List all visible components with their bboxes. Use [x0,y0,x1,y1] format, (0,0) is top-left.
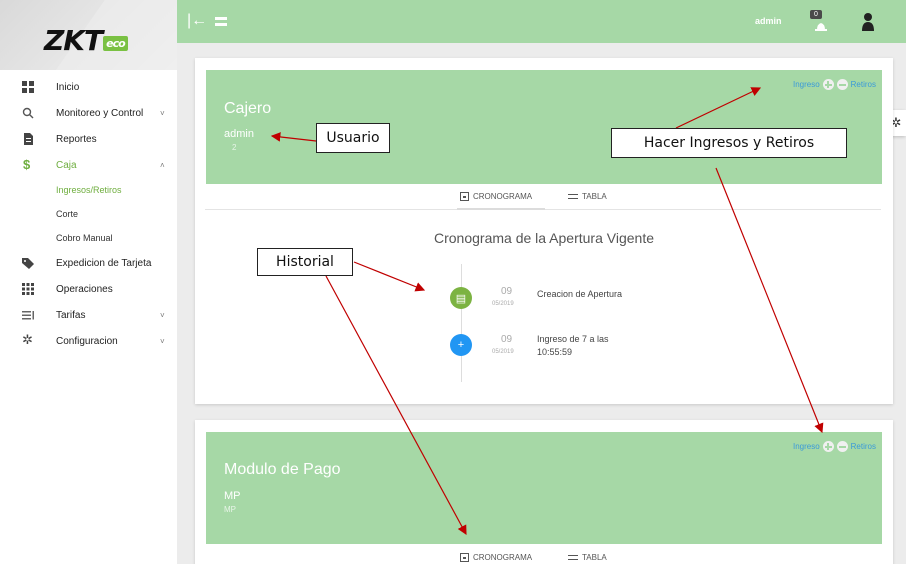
sidebar-item-inicio[interactable]: Inicio [0,74,177,100]
modulo-pago-title: Modulo de Pago [224,461,341,478]
annotation-hacer-ingresos-retiros: Hacer Ingresos y Retiros [611,128,847,158]
add-icon[interactable] [822,79,834,90]
modulo-pago-code-sub: MP [224,505,236,514]
collapse-sidebar-icon[interactable]: |← [187,12,207,30]
zkteco-logo: ZKT eco [44,24,128,57]
gear-icon: ✲ [22,332,33,347]
event-text: Creacion de Apertura [537,289,623,299]
event-text: Ingreso de 7 a las 10:55:59 [537,334,609,357]
calendar-icon [460,192,469,201]
tag-icon [22,258,34,269]
username-label[interactable]: admin [755,16,782,26]
cajero-card: Ingreso Retiros Cajero admin 2 CRONOGRAM… [195,58,893,404]
timeline-line [461,264,462,382]
modulo-pago-tabs: CRONOGRAMA TABLA [195,549,893,564]
modulo-pago-card: Ingreso Retiros Modulo de Pago MP MP CRO… [195,420,893,564]
sidebar-item-configuracion[interactable]: ✲ Configuracion ˅ [0,328,177,354]
tab-tabla[interactable]: TABLA [568,192,607,201]
sidebar-item-label: Operaciones [56,283,113,295]
sidebar-item-label: Monitoreo y Control [56,107,144,119]
sidebar-subitem-corte[interactable]: Corte [0,202,177,226]
sidebar-item-label: Caja [56,159,77,171]
modulo-pago-header: Ingreso Retiros Modulo de Pago MP MP [206,432,882,544]
ingreso-link[interactable]: Ingreso [793,442,820,451]
sidebar-item-reportes[interactable]: Reportes [0,126,177,152]
cajero-user: admin [224,128,254,140]
cajero-title: Cajero [224,100,272,117]
sidebar-item-expedicion[interactable]: Expedicion de Tarjeta [0,250,177,276]
remove-icon[interactable] [836,441,848,452]
sidebar-item-label: Expedicion de Tarjeta [56,257,152,269]
dollar-icon: $ [23,157,31,172]
chevron-down-icon: ˅ [160,108,165,118]
add-icon[interactable] [822,441,834,452]
sidebar-item-label: Reportes [56,133,97,145]
sidebar: ZKT eco Inicio Monitoreo y Control ˅ Repo… [0,0,177,564]
apps-icon [22,283,34,295]
document-icon [24,133,33,145]
ingreso-link[interactable]: Ingreso [793,80,820,89]
sidebar-item-tarifas[interactable]: Tarifas ˅ [0,302,177,328]
tab-tabla[interactable]: TABLA [568,553,607,562]
notification-badge: 0 [810,10,822,19]
sidebar-item-caja[interactable]: $ Caja ˄ [0,152,177,178]
sidebar-subitem-ingresos-retiros[interactable]: Ingresos/Retiros [0,178,177,202]
active-tab-indicator [457,208,545,210]
event-month: 05/2019 [492,349,514,355]
cajero-actions: Ingreso Retiros [793,79,876,90]
cajero-header: Ingreso Retiros Cajero admin 2 [206,70,882,184]
modulo-pago-actions: Ingreso Retiros [793,441,876,452]
event-month: 05/2019 [492,301,514,307]
user-avatar-icon[interactable] [861,12,875,32]
sidebar-item-label: Inicio [56,81,80,93]
modulo-pago-code: MP [224,490,241,502]
chevron-down-icon: ˅ [160,310,165,320]
menu-icon[interactable] [215,17,227,26]
tab-cronograma[interactable]: CRONOGRAMA [460,192,532,201]
cajero-user-id: 2 [232,143,237,152]
sidebar-item-operaciones[interactable]: Operaciones [0,276,177,302]
calendar-icon [460,553,469,562]
cronograma-title: Cronograma de la Apertura Vigente [434,230,654,246]
search-icon [22,107,34,119]
table-icon [568,555,578,560]
remove-icon[interactable] [836,79,848,90]
sidebar-nav: Inicio Monitoreo y Control ˅ Reportes $ … [0,74,177,354]
sidebar-item-label: Configuracion [56,335,118,347]
sidebar-item-label: Tarifas [56,309,86,321]
chevron-down-icon: ˅ [160,336,165,346]
timeline-event-icon: ▤ [450,287,472,309]
timeline-event-icon: + [450,334,472,356]
list-icon [22,311,34,320]
topbar: |← admin 0 [177,0,906,43]
retiros-link[interactable]: Retiros [851,442,876,451]
annotation-usuario: Usuario [316,123,390,153]
tab-cronograma[interactable]: CRONOGRAMA [460,553,532,562]
table-icon [568,194,578,199]
logo-area: ZKT eco [0,0,177,70]
cajero-tabs: CRONOGRAMA TABLA [195,188,893,208]
event-day: 09 [501,334,513,345]
retiros-link[interactable]: Retiros [851,80,876,89]
sidebar-subitem-cobro-manual[interactable]: Cobro Manual [0,226,177,250]
chevron-up-icon: ˄ [160,160,165,170]
event-day: 09 [501,286,513,297]
grid-icon [22,81,34,93]
annotation-historial: Historial [257,248,353,276]
sidebar-item-monitoreo[interactable]: Monitoreo y Control ˅ [0,100,177,126]
